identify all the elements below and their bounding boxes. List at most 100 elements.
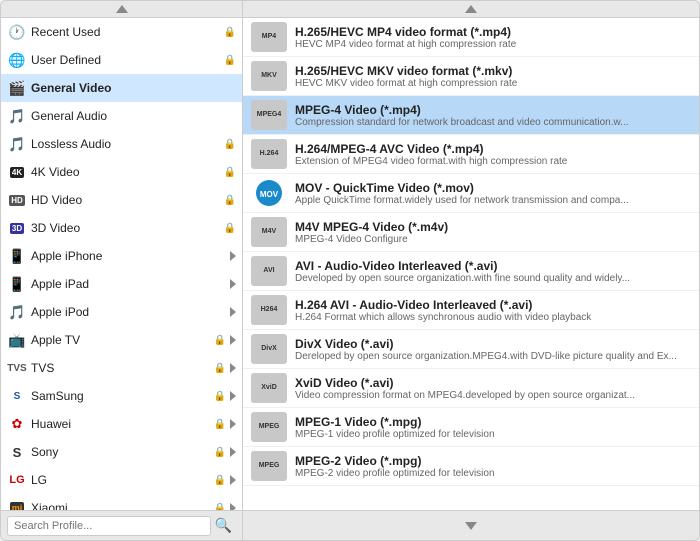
3d-video-icon: 3D <box>7 218 27 238</box>
right-scroll-up[interactable] <box>243 1 699 17</box>
mpeg2-format-title: MPEG-2 Video (*.mpg) <box>295 454 691 468</box>
h264-mp4-format-icon: H.264 <box>251 139 287 169</box>
sidebar-item-general-video[interactable]: 🎬General Video <box>1 74 242 102</box>
sidebar-item-lossless-audio[interactable]: 🎵 Lossless Audio🔒 <box>1 130 242 158</box>
general-audio-icon: 🎵 <box>7 106 27 126</box>
top-arrows-bar <box>1 1 699 18</box>
right-down-arrow-icon <box>465 522 477 530</box>
sidebar-item-lg[interactable]: LGLG🔒 <box>1 466 242 494</box>
sidebar-item-xiaomi[interactable]: miXiaomi🔒 <box>1 494 242 510</box>
sony-icon: S <box>7 442 27 462</box>
samsung-label: SamSung <box>31 389 212 403</box>
lossless-audio-label: Lossless Audio <box>31 137 222 151</box>
apple-iphone-icon: 📱 <box>7 246 27 266</box>
apple-ipod-label: Apple iPod <box>31 305 226 319</box>
user-defined-lock-icon: 🔒 <box>224 55 236 66</box>
m4v-format-info: M4V MPEG-4 Video (*.m4v)MPEG-4 Video Con… <box>295 220 691 245</box>
sidebar-item-general-audio[interactable]: 🎵 General Audio <box>1 102 242 130</box>
lossless-audio-icon: 🎵 <box>7 134 27 154</box>
sidebar-item-user-defined[interactable]: 🌐User Defined🔒 <box>1 46 242 74</box>
sidebar-item-apple-iphone[interactable]: 📱 Apple iPhone <box>1 242 242 270</box>
4k-video-label: 4K Video <box>31 165 222 179</box>
search-input[interactable] <box>7 516 211 536</box>
format-item-divx[interactable]: DivX DivX Video (*.avi)Dereloped by open… <box>243 330 699 369</box>
lg-icon: LG <box>7 470 27 490</box>
avi-format-desc: Developed by open source organization.wi… <box>295 273 691 284</box>
format-item-mpeg4-mp4[interactable]: MPEG4 MPEG-4 Video (*.mp4)Compression st… <box>243 96 699 135</box>
apple-ipod-icon: 🎵 <box>7 302 27 322</box>
apple-iphone-label: Apple iPhone <box>31 249 226 263</box>
recent-used-label: Recent Used <box>31 25 222 39</box>
main-content: 🕐Recent Used🔒🌐User Defined🔒🎬General Vide… <box>1 18 699 510</box>
user-defined-icon: 🌐 <box>7 50 27 70</box>
mpeg2-format-desc: MPEG-2 video profile optimized for telev… <box>295 468 691 479</box>
avi-format-info: AVI - Audio-Video Interleaved (*.avi)Dev… <box>295 259 691 284</box>
3d-video-lock-icon: 🔒 <box>224 223 236 234</box>
huawei-icon: ✿ <box>7 414 27 434</box>
h264-avi-format-icon: H264 <box>251 295 287 325</box>
lossless-audio-lock-icon: 🔒 <box>224 139 236 150</box>
format-item-h264-avi[interactable]: H264 H.264 AVI - Audio-Video Interleaved… <box>243 291 699 330</box>
sidebar-item-hd-video[interactable]: HDHD Video🔒 <box>1 186 242 214</box>
general-video-label: General Video <box>31 81 236 95</box>
divx-format-desc: Dereloped by open source organization.MP… <box>295 351 691 362</box>
recent-used-lock-icon: 🔒 <box>224 27 236 38</box>
bottom-bar: 🔍 <box>1 510 699 540</box>
main-container: 🕐Recent Used🔒🌐User Defined🔒🎬General Vide… <box>0 0 700 541</box>
h265-mkv-format-info: H.265/HEVC MKV video format (*.mkv)HEVC … <box>295 64 691 89</box>
sidebar-item-4k-video[interactable]: 4K4K Video🔒 <box>1 158 242 186</box>
left-scroll-up[interactable] <box>1 1 243 17</box>
right-up-arrow-icon <box>465 5 477 13</box>
mpeg2-format-icon: MPEG <box>251 451 287 481</box>
avi-format-title: AVI - Audio-Video Interleaved (*.avi) <box>295 259 691 273</box>
huawei-chevron-icon <box>230 419 236 429</box>
mpeg4-mp4-format-icon: MPEG4 <box>251 100 287 130</box>
sidebar-item-apple-ipod[interactable]: 🎵 Apple iPod <box>1 298 242 326</box>
sidebar-item-recent-used[interactable]: 🕐 Recent Used🔒 <box>1 18 242 46</box>
format-item-xvid[interactable]: XviD XviD Video (*.avi)Video compression… <box>243 369 699 408</box>
mpeg1-format-title: MPEG-1 Video (*.mpg) <box>295 415 691 429</box>
format-item-h265-mkv[interactable]: MKV H.265/HEVC MKV video format (*.mkv)H… <box>243 57 699 96</box>
format-item-h264-mp4[interactable]: H.264 H.264/MPEG-4 AVC Video (*.mp4)Exte… <box>243 135 699 174</box>
sidebar-item-tvs[interactable]: TVSTVS🔒 <box>1 354 242 382</box>
format-item-mpeg1[interactable]: MPEG MPEG-1 Video (*.mpg)MPEG-1 video pr… <box>243 408 699 447</box>
format-item-h265-mp4[interactable]: MP4 H.265/HEVC MP4 video format (*.mp4)H… <box>243 18 699 57</box>
xiaomi-chevron-icon <box>230 503 236 510</box>
h264-mp4-format-info: H.264/MPEG-4 AVC Video (*.mp4)Extension … <box>295 142 691 167</box>
mpeg4-mp4-format-info: MPEG-4 Video (*.mp4)Compression standard… <box>295 103 691 128</box>
h265-mp4-format-desc: HEVC MP4 video format at high compressio… <box>295 39 691 50</box>
search-button[interactable]: 🔍 <box>211 515 236 536</box>
left-up-arrow-icon <box>116 5 128 13</box>
divx-format-info: DivX Video (*.avi)Dereloped by open sour… <box>295 337 691 362</box>
divx-format-icon: DivX <box>251 334 287 364</box>
apple-tv-label: Apple TV <box>31 333 212 347</box>
format-item-avi[interactable]: AVI AVI - Audio-Video Interleaved (*.avi… <box>243 252 699 291</box>
h264-mp4-format-title: H.264/MPEG-4 AVC Video (*.mp4) <box>295 142 691 156</box>
sidebar-item-samsung[interactable]: SSamSung🔒 <box>1 382 242 410</box>
h264-avi-format-title: H.264 AVI - Audio-Video Interleaved (*.a… <box>295 298 691 312</box>
apple-ipad-chevron-icon <box>230 279 236 289</box>
sidebar-item-apple-tv[interactable]: 📺Apple TV🔒 <box>1 326 242 354</box>
apple-iphone-chevron-icon <box>230 251 236 261</box>
xvid-format-title: XviD Video (*.avi) <box>295 376 691 390</box>
4k-video-lock-icon: 🔒 <box>224 167 236 178</box>
mov-format-info: MOV - QuickTime Video (*.mov)Apple Quick… <box>295 181 691 206</box>
sony-lock-icon: 🔒 <box>214 447 226 458</box>
xiaomi-lock-icon: 🔒 <box>214 503 226 511</box>
sidebar-item-sony[interactable]: SSony🔒 <box>1 438 242 466</box>
format-item-m4v[interactable]: M4V M4V MPEG-4 Video (*.m4v)MPEG-4 Video… <box>243 213 699 252</box>
mpeg1-format-icon: MPEG <box>251 412 287 442</box>
sidebar-item-huawei[interactable]: ✿Huawei🔒 <box>1 410 242 438</box>
hd-video-lock-icon: 🔒 <box>224 195 236 206</box>
general-audio-label: General Audio <box>31 109 236 123</box>
recent-used-icon: 🕐 <box>7 22 27 42</box>
right-scroll-down[interactable] <box>243 518 699 534</box>
h265-mkv-format-icon: MKV <box>251 61 287 91</box>
format-item-mov[interactable]: MOVMOV - QuickTime Video (*.mov)Apple Qu… <box>243 174 699 213</box>
apple-tv-lock-icon: 🔒 <box>214 335 226 346</box>
sidebar-item-apple-ipad[interactable]: 📱Apple iPad <box>1 270 242 298</box>
format-item-mpeg2[interactable]: MPEG MPEG-2 Video (*.mpg)MPEG-2 video pr… <box>243 447 699 486</box>
sidebar-item-3d-video[interactable]: 3D3D Video🔒 <box>1 214 242 242</box>
avi-format-icon: AVI <box>251 256 287 286</box>
hd-video-label: HD Video <box>31 193 222 207</box>
